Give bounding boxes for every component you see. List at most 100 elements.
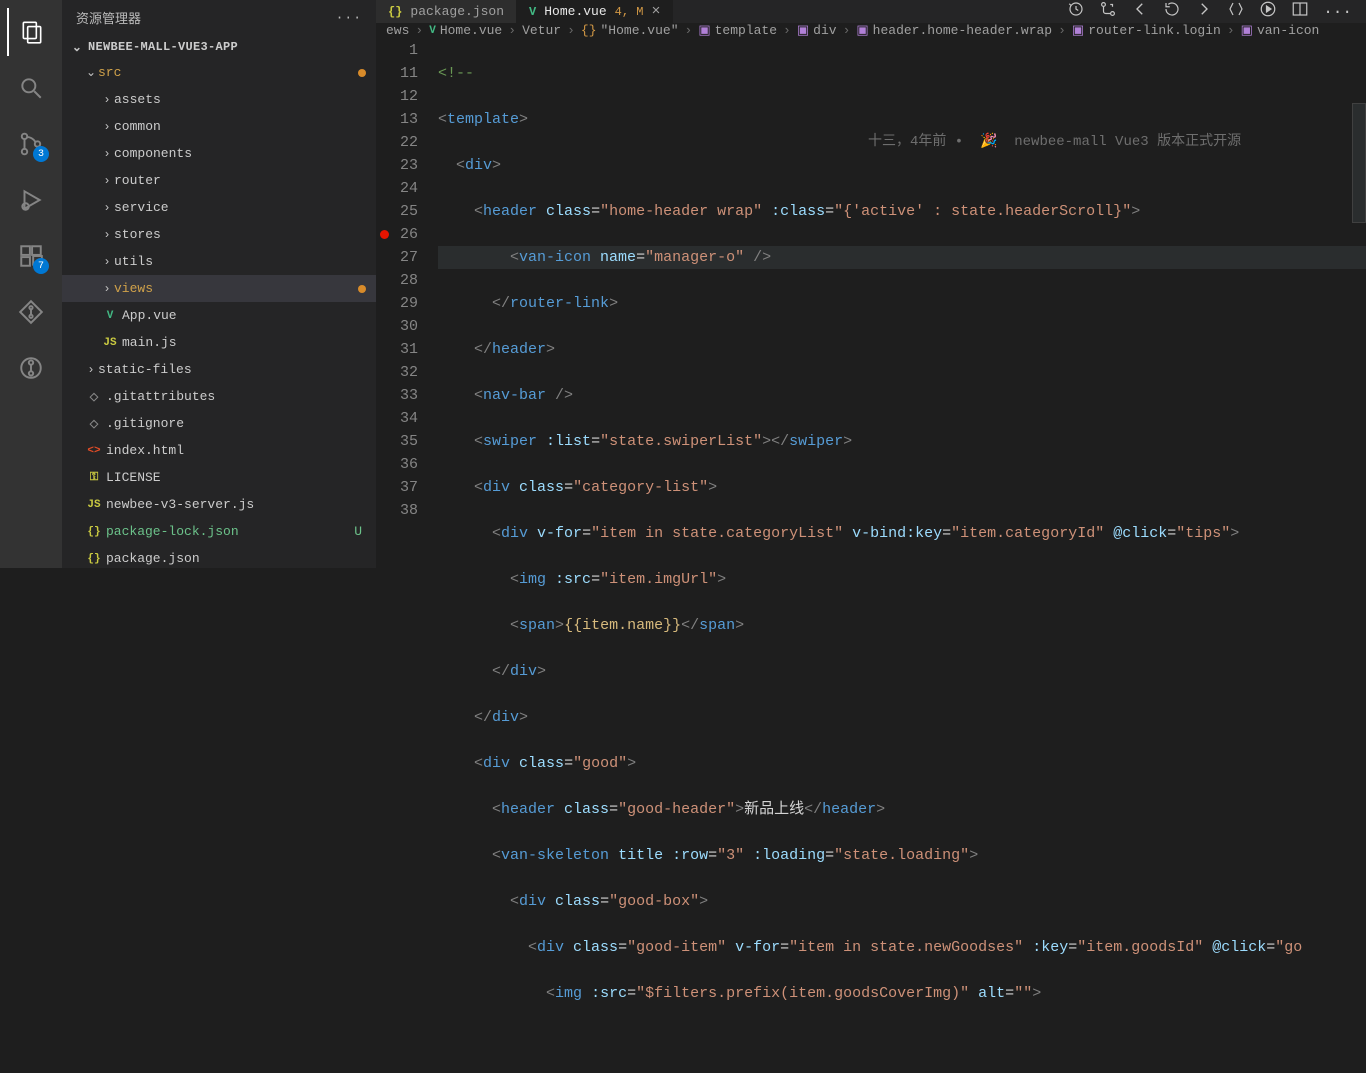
tab-modification-badge: 4, M <box>615 5 644 19</box>
breadcrumb-item[interactable]: ▣header.home-header.wrap <box>856 23 1052 38</box>
tree-folder-src[interactable]: ⌄ src <box>62 59 376 86</box>
file-label: .gitignore <box>106 416 376 431</box>
tab-home-vue[interactable]: V Home.vue 4, M × <box>517 0 673 23</box>
file-label: package.json <box>106 551 376 566</box>
sidebar-more-icon[interactable]: ··· <box>336 10 362 25</box>
line-number: 37 <box>376 476 418 499</box>
breadcrumb-item[interactable]: VHome.vue <box>429 23 502 38</box>
tree-file[interactable]: <>index.html <box>62 437 376 464</box>
tree-file[interactable]: {}package.json <box>62 545 376 568</box>
editor-toolbar: ··· <box>1053 0 1366 23</box>
breadcrumb-item[interactable]: ▣router-link.login <box>1072 23 1221 38</box>
revert-icon[interactable] <box>1163 0 1181 23</box>
file-label: static-files <box>98 362 376 377</box>
run-debug-icon[interactable] <box>7 176 55 224</box>
line-number: 27 <box>376 246 418 269</box>
file-label: App.vue <box>122 308 376 323</box>
arrow-left-icon[interactable] <box>1131 0 1149 23</box>
chevron-right-icon: › <box>100 255 114 269</box>
line-number: 13 <box>376 108 418 131</box>
line-number: 11 <box>376 62 418 85</box>
minimap[interactable] <box>1352 103 1366 223</box>
chevron-right-icon: › <box>84 363 98 377</box>
gray-file-icon: ◇ <box>90 417 98 431</box>
breadcrumb-item[interactable]: Vetur <box>522 23 561 38</box>
chevron-right-icon: › <box>100 282 114 296</box>
line-number <box>376 522 418 545</box>
chevron-right-icon: › <box>567 23 575 38</box>
code-content[interactable]: <!-- <template> <div> <header class="hom… <box>438 39 1366 1073</box>
file-tree: ⌄ src ›assets›common›components›router›s… <box>62 59 376 568</box>
breadcrumb-item[interactable]: ews <box>386 23 409 38</box>
tree-file[interactable]: V App.vue <box>62 302 376 329</box>
modified-dot-icon <box>358 69 366 77</box>
chevron-right-icon: › <box>415 23 423 38</box>
folder-label: assets <box>114 92 376 107</box>
line-number: 25 <box>376 200 418 223</box>
breadcrumb-item[interactable]: ▣div <box>797 23 837 38</box>
code-editor[interactable]: 1111213222324252627282930313233343536373… <box>376 39 1366 1073</box>
line-number: 31 <box>376 338 418 361</box>
timeline-icon[interactable] <box>1067 0 1085 23</box>
git-status-letter: U <box>354 524 362 539</box>
diff-icon[interactable] <box>1227 0 1245 23</box>
tab-package-json[interactable]: {} package.json <box>376 0 517 23</box>
element-icon: ▣ <box>1241 23 1253 38</box>
breadcrumb-item[interactable]: {}"Home.vue" <box>581 23 679 38</box>
tree-file[interactable]: ›static-files <box>62 356 376 383</box>
breadcrumb-item[interactable]: ▣van-icon <box>1241 23 1320 38</box>
vue-file-icon: V <box>429 25 436 37</box>
search-icon[interactable] <box>7 64 55 112</box>
tree-folder-stores[interactable]: ›stores <box>62 221 376 248</box>
chevron-right-icon: › <box>1058 23 1066 38</box>
tree-folder-views[interactable]: ›views <box>62 275 376 302</box>
tree-file[interactable]: ⚿LICENSE <box>62 464 376 491</box>
tree-folder-common[interactable]: ›common <box>62 113 376 140</box>
chevron-right-icon: › <box>843 23 851 38</box>
explorer-icon[interactable] <box>7 8 55 56</box>
breadcrumb-item[interactable]: ▣template <box>698 23 777 38</box>
gitlens-icon[interactable] <box>7 344 55 392</box>
more-icon[interactable]: ··· <box>1323 3 1352 21</box>
folder-label: common <box>114 119 376 134</box>
chevron-right-icon: › <box>685 23 693 38</box>
sidebar-title: 资源管理器 <box>76 8 141 27</box>
run-icon[interactable] <box>1259 0 1277 23</box>
sidebar-root[interactable]: ⌄ NEWBEE-MALL-VUE3-APP <box>62 35 376 59</box>
tree-folder-service[interactable]: ›service <box>62 194 376 221</box>
element-icon: ▣ <box>698 23 710 38</box>
folder-label: src <box>98 65 358 80</box>
folder-label: service <box>114 200 376 215</box>
breakpoint-icon[interactable] <box>380 230 389 239</box>
key-file-icon: ⚿ <box>90 472 98 484</box>
chevron-right-icon: › <box>100 93 114 107</box>
tree-file[interactable]: ◇ .gitignore <box>62 410 376 437</box>
element-icon: ▣ <box>1072 23 1084 38</box>
html-file-icon: <> <box>87 445 100 457</box>
line-number-gutter: 1111213222324252627282930313233343536373… <box>376 39 438 1073</box>
folder-label: router <box>114 173 376 188</box>
breadcrumbs[interactable]: ews › VHome.vue › Vetur › {}"Home.vue" ›… <box>376 23 1366 39</box>
compare-changes-icon[interactable] <box>1099 0 1117 23</box>
tree-file[interactable]: {}package-lock.jsonU <box>62 518 376 545</box>
source-control-icon[interactable]: 3 <box>7 120 55 168</box>
js-file-icon: JS <box>87 499 100 511</box>
git-graph-icon[interactable] <box>7 288 55 336</box>
tree-folder-utils[interactable]: ›utils <box>62 248 376 275</box>
line-number: 12 <box>376 85 418 108</box>
vue-file-icon: V <box>107 310 114 322</box>
split-editor-icon[interactable] <box>1291 0 1309 23</box>
arrow-right-icon[interactable] <box>1195 0 1213 23</box>
folder-label: components <box>114 146 376 161</box>
file-label: package-lock.json <box>106 524 354 539</box>
chevron-right-icon: › <box>508 23 516 38</box>
tree-folder-components[interactable]: ›components <box>62 140 376 167</box>
extensions-icon[interactable]: 7 <box>7 232 55 280</box>
tree-folder-assets[interactable]: ›assets <box>62 86 376 113</box>
tree-file[interactable]: JSmain.js <box>62 329 376 356</box>
tree-file[interactable]: JSnewbee-v3-server.js <box>62 491 376 518</box>
tree-folder-router[interactable]: ›router <box>62 167 376 194</box>
tree-file[interactable]: ◇.gitattributes <box>62 383 376 410</box>
close-icon[interactable]: × <box>651 3 660 20</box>
line-number: 30 <box>376 315 418 338</box>
